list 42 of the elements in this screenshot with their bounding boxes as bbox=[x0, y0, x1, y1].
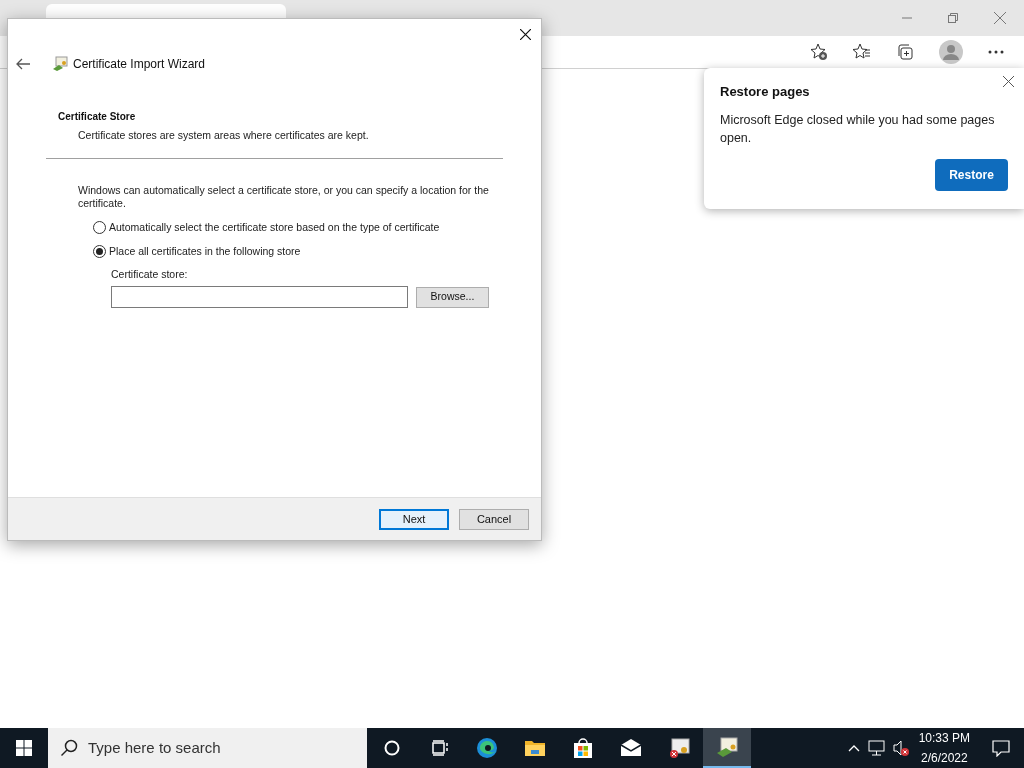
radio-button[interactable] bbox=[93, 221, 106, 235]
network-icon[interactable] bbox=[867, 740, 885, 756]
clock-date[interactable]: 2/6/2022 bbox=[920, 748, 968, 768]
popup-title: Restore pages bbox=[720, 83, 811, 101]
notification-icon[interactable] bbox=[992, 739, 1010, 757]
edge-icon bbox=[475, 736, 499, 760]
restore-icon[interactable] bbox=[948, 13, 958, 23]
radio-button[interactable] bbox=[93, 244, 106, 258]
dialog-title: Certificate Import Wizard bbox=[73, 56, 206, 73]
restore-button[interactable]: Restore bbox=[935, 158, 1008, 191]
star-plus-icon[interactable] bbox=[810, 43, 828, 61]
popup-message: Microsoft Edge closed while you had some pages open. bbox=[720, 111, 996, 147]
option-label[interactable]: Place all certificates in the following store bbox=[109, 243, 301, 260]
task-view-icon[interactable] bbox=[431, 740, 449, 756]
muted-speaker-icon[interactable] bbox=[892, 740, 909, 756]
close-icon[interactable] bbox=[1003, 76, 1014, 87]
favorites-icon[interactable] bbox=[853, 43, 871, 61]
cortana-icon[interactable] bbox=[384, 740, 400, 756]
browse-button[interactable]: Browse... bbox=[416, 286, 489, 308]
shopping-bag-icon bbox=[571, 736, 595, 760]
option-label[interactable]: Automatically select the certificate store based on the type of certificate bbox=[109, 219, 440, 236]
certificate-icon bbox=[52, 56, 68, 72]
collections-icon[interactable] bbox=[896, 43, 914, 61]
field-label: Certificate store: bbox=[111, 267, 189, 283]
intro-text: Windows can automatically select a certificate store, or you can specify a location for the certificate. bbox=[78, 183, 490, 210]
dialog-button[interactable]: Cancel bbox=[459, 508, 529, 530]
windows-icon bbox=[16, 740, 32, 756]
certificate-wizard-icon bbox=[715, 735, 739, 759]
clock-time[interactable]: 10:33 PM bbox=[918, 728, 970, 748]
search-icon bbox=[60, 739, 78, 757]
certificate-error-icon bbox=[667, 736, 691, 760]
chevron-up-icon[interactable] bbox=[847, 744, 860, 752]
certificate-store-field[interactable] bbox=[111, 286, 408, 308]
section-subtitle: Certificate stores are system areas where certificates are kept. bbox=[78, 128, 370, 143]
profile-icon[interactable] bbox=[939, 40, 963, 64]
more-icon[interactable] bbox=[988, 50, 1004, 54]
back-arrow-icon[interactable] bbox=[16, 58, 30, 70]
close-icon[interactable] bbox=[520, 28, 531, 40]
taskbar-app-button[interactable] bbox=[703, 728, 751, 768]
dialog-button[interactable]: Next bbox=[379, 508, 449, 530]
section-title: Certificate Store bbox=[58, 110, 137, 124]
search-field[interactable]: Type here to search bbox=[48, 728, 367, 768]
